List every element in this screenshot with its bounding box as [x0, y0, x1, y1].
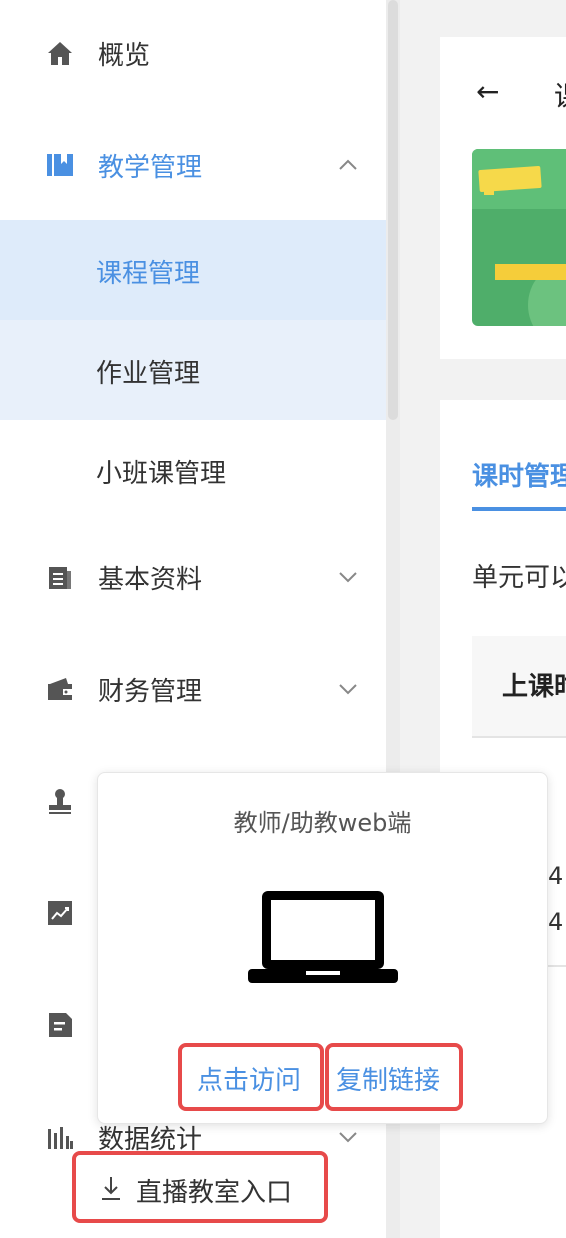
page-title: 课 — [554, 75, 566, 115]
sidebar-item-label: 小班课管理 — [96, 459, 227, 489]
divider — [472, 736, 566, 738]
back-arrow-icon[interactable]: ← — [476, 75, 499, 108]
sidebar-item-small-class-mgmt[interactable]: 小班课管理 — [0, 420, 400, 520]
file-icon — [46, 1011, 74, 1039]
bar-chart-icon — [46, 1123, 74, 1151]
sidebar-item-overview[interactable]: 概览 — [0, 3, 386, 103]
live-classroom-entry-button[interactable]: 直播教室入口 — [72, 1151, 328, 1223]
visit-link-button[interactable]: 点击访问 — [178, 1043, 324, 1111]
laptop-icon — [246, 887, 400, 987]
scrollbar-thumb[interactable] — [388, 0, 398, 420]
copy-link-label: 复制链接 — [336, 1066, 441, 1096]
sidebar-item-label: 概览 — [98, 40, 151, 71]
sidebar-item-finance[interactable]: 财务管理 — [0, 639, 386, 739]
document-icon — [46, 563, 74, 591]
sidebar-item-label: 教学管理 — [98, 152, 203, 183]
table-header-cell: 上课时 — [502, 672, 566, 702]
sidebar-item-teaching[interactable]: 教学管理 — [0, 115, 386, 215]
sidebar-item-course-mgmt[interactable]: 课程管理 — [0, 220, 400, 320]
popup-title: 教师/助教web端 — [233, 809, 412, 837]
web-access-popup: 教师/助教web端 点击访问 复制链接 — [97, 772, 548, 1124]
tab-underline — [472, 507, 566, 511]
chevron-up-icon — [334, 151, 362, 179]
table-header: 上课时 — [472, 636, 566, 736]
table-cell: 4 — [548, 862, 564, 890]
wallet-icon — [46, 675, 74, 703]
line-chart-icon — [46, 899, 74, 927]
visit-link-label: 点击访问 — [197, 1066, 302, 1096]
sidebar-item-label: 作业管理 — [96, 359, 201, 389]
table-cell: 4 — [548, 908, 564, 936]
sidebar-item-label: 数据统计 — [98, 1124, 203, 1155]
course-cover-image — [472, 149, 566, 326]
sidebar-item-label: 课程管理 — [96, 259, 201, 289]
chevron-down-icon — [334, 675, 362, 703]
sidebar-item-label: 财务管理 — [98, 676, 203, 707]
sidebar-item-homework-mgmt[interactable]: 作业管理 — [0, 320, 400, 420]
sidebar-item-label: 基本资料 — [98, 564, 203, 595]
tab-lesson-mgmt[interactable]: 课时管理 — [472, 456, 566, 493]
chevron-down-icon — [334, 563, 362, 591]
live-classroom-entry-label: 直播教室入口 — [136, 1178, 293, 1208]
sidebar-item-basic-info[interactable]: 基本资料 — [0, 527, 386, 627]
download-icon — [98, 1173, 124, 1203]
course-header-card: ← 课 — [440, 37, 566, 359]
chevron-down-icon — [334, 1123, 362, 1151]
unit-hint-text: 单元可以 — [472, 563, 566, 593]
book-icon — [46, 151, 74, 179]
stamp-icon — [46, 787, 74, 815]
home-icon — [46, 39, 74, 67]
copy-link-button[interactable]: 复制链接 — [325, 1043, 463, 1111]
